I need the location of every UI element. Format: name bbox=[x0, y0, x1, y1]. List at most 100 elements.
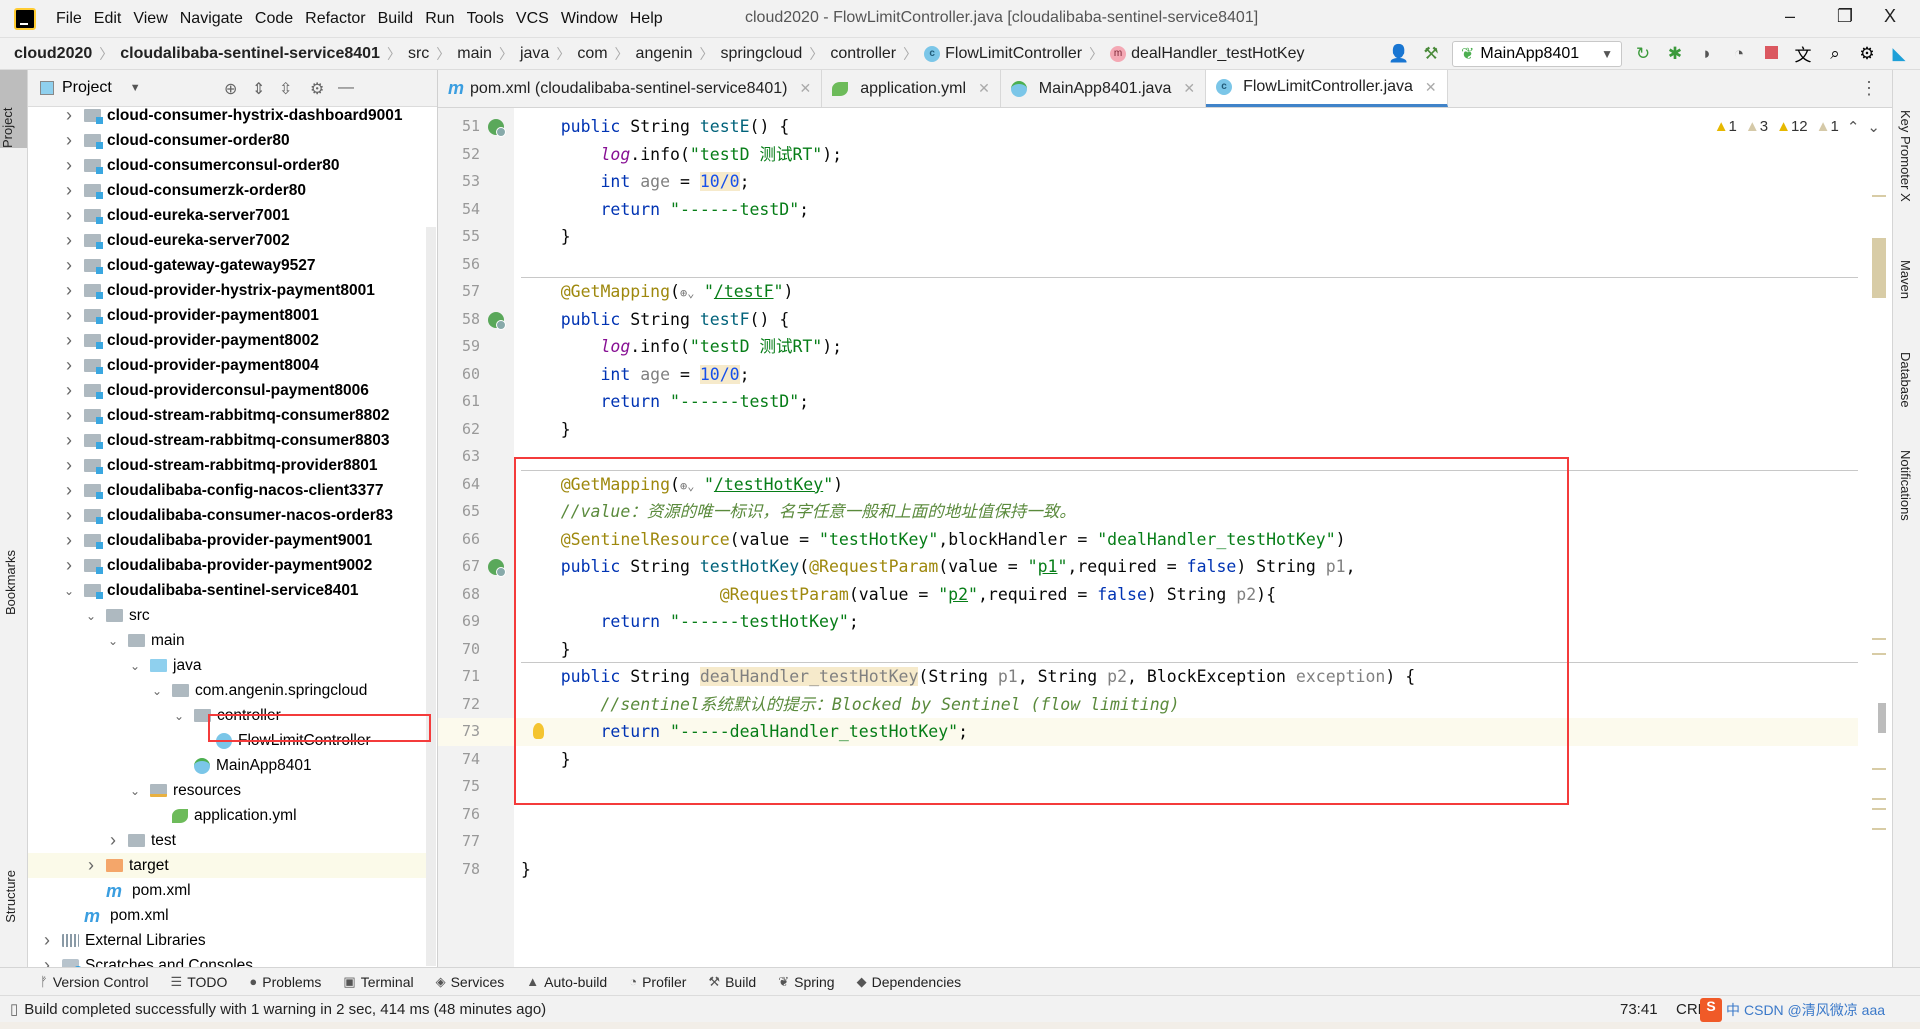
tree-item[interactable]: › cloud-consumer-hystrix-dashboard9001 bbox=[28, 107, 426, 128]
database-tool-tab[interactable]: Database bbox=[1898, 352, 1913, 408]
user-icon[interactable]: 👤 bbox=[1388, 44, 1410, 64]
run-configuration-select[interactable]: ❦ MainApp8401 ▼ bbox=[1452, 40, 1622, 67]
menu-edit[interactable]: Edit bbox=[88, 10, 128, 28]
tree-item[interactable]: › test bbox=[28, 828, 426, 853]
tool-window-auto-build[interactable]: ▲ Auto-build bbox=[526, 974, 607, 990]
tree-item[interactable]: › cloud-providerconsul-payment8006 bbox=[28, 378, 426, 403]
run-endpoint-icon[interactable] bbox=[488, 311, 506, 330]
chevron-right-icon[interactable]: › bbox=[62, 505, 76, 526]
project-panel-title[interactable]: Project bbox=[62, 79, 112, 97]
tree-item[interactable]: › target bbox=[28, 853, 426, 878]
locate-icon[interactable]: ⊕ bbox=[224, 79, 237, 99]
tree-item[interactable]: › cloud-stream-rabbitmq-provider8801 bbox=[28, 453, 426, 478]
tool-window-problems[interactable]: ● Problems bbox=[249, 974, 321, 990]
warning-count[interactable]: ▲3 bbox=[1745, 118, 1768, 136]
chevron-right-icon[interactable]: › bbox=[62, 205, 76, 226]
maven-tool-tab[interactable]: Maven bbox=[1898, 260, 1913, 299]
menu-window[interactable]: Window bbox=[555, 10, 624, 28]
tree-item[interactable]: ⌄ main bbox=[28, 628, 426, 653]
close-tab-icon[interactable]: ✕ bbox=[800, 80, 812, 97]
menu-navigate[interactable]: Navigate bbox=[174, 10, 249, 28]
chevron-right-icon[interactable]: › bbox=[62, 480, 76, 501]
chevron-down-icon[interactable]: ⌄ bbox=[106, 634, 120, 648]
inspection-widget[interactable]: ▲1 ▲3 ▲12 ▲1 ⌃ ⌄ bbox=[1714, 118, 1880, 136]
minimize-button[interactable]: – bbox=[1770, 6, 1810, 27]
close-tab-icon[interactable]: ✕ bbox=[978, 80, 990, 97]
tree-item[interactable]: › cloudalibaba-config-nacos-client3377 bbox=[28, 478, 426, 503]
breadcrumb-item[interactable]: m dealHandler_testHotKey bbox=[1110, 45, 1305, 63]
tree-item[interactable]: › cloud-stream-rabbitmq-consumer8803 bbox=[28, 428, 426, 453]
breadcrumb-item[interactable]: com bbox=[577, 45, 607, 63]
menu-refactor[interactable]: Refactor bbox=[299, 10, 371, 28]
status-message[interactable]: Build completed successfully with 1 warn… bbox=[24, 1001, 546, 1018]
hide-icon[interactable]: — bbox=[338, 79, 354, 97]
chevron-right-icon[interactable]: › bbox=[62, 255, 76, 276]
chevron-right-icon[interactable]: › bbox=[62, 430, 76, 451]
chevron-right-icon[interactable]: › bbox=[62, 405, 76, 426]
key-promoter-tool-tab[interactable]: Key Promoter X bbox=[1898, 110, 1913, 202]
tree-item[interactable]: MainApp8401 bbox=[28, 753, 426, 778]
debug-icon[interactable]: ✱ bbox=[1664, 44, 1686, 64]
breadcrumb-item[interactable]: src bbox=[408, 45, 429, 63]
tree-item[interactable]: application.yml bbox=[28, 803, 426, 828]
breadcrumb-item[interactable]: cloud2020 bbox=[14, 45, 92, 63]
tree-item[interactable]: m pom.xml bbox=[28, 903, 426, 928]
more-tabs-icon[interactable]: ⋮ bbox=[1846, 70, 1892, 107]
chevron-right-icon[interactable]: › bbox=[62, 155, 76, 176]
tree-item[interactable]: › Scratches and Consoles bbox=[28, 953, 426, 967]
chevron-down-icon[interactable]: ⌄ bbox=[84, 609, 98, 623]
close-tab-icon[interactable]: ✕ bbox=[1425, 79, 1437, 96]
chevron-down-icon[interactable]: ⌄ bbox=[150, 684, 164, 698]
chevron-right-icon[interactable]: › bbox=[62, 180, 76, 201]
tree-item[interactable]: › cloud-provider-payment8001 bbox=[28, 303, 426, 328]
tree-item[interactable]: › cloud-stream-rabbitmq-consumer8802 bbox=[28, 403, 426, 428]
breadcrumb-item[interactable]: cloudalibaba-sentinel-service8401 bbox=[120, 45, 380, 63]
tree-item[interactable]: ⌄ src bbox=[28, 603, 426, 628]
tree-item[interactable]: › External Libraries bbox=[28, 928, 426, 953]
chevron-down-icon[interactable]: ⌄ bbox=[128, 784, 142, 798]
tree-item[interactable]: ⌄ cloudalibaba-sentinel-service8401 bbox=[28, 578, 426, 603]
tree-item[interactable]: ⌄ resources bbox=[28, 778, 426, 803]
tree-item[interactable]: › cloud-provider-payment8002 bbox=[28, 328, 426, 353]
menu-tools[interactable]: Tools bbox=[461, 10, 510, 28]
warning-count[interactable]: ▲1 bbox=[1816, 118, 1839, 136]
gear-icon[interactable]: ⚙ bbox=[310, 79, 324, 99]
search-icon[interactable]: ⌕ bbox=[1824, 44, 1846, 64]
tool-window-profiler[interactable]: ◔ Profiler bbox=[629, 974, 686, 990]
menu-code[interactable]: Code bbox=[249, 10, 299, 28]
chevron-right-icon[interactable]: › bbox=[62, 305, 76, 326]
toolbox-icon[interactable]: ◣ bbox=[1888, 44, 1910, 64]
url-globe-icon[interactable]: ⊕⌄ bbox=[680, 280, 704, 308]
menu-run[interactable]: Run bbox=[419, 10, 460, 28]
editor-tab[interactable]: application.yml ✕ bbox=[822, 70, 1001, 107]
chevron-right-icon[interactable]: › bbox=[62, 280, 76, 301]
tool-window-todo[interactable]: ☰ TODO bbox=[171, 974, 228, 990]
breadcrumb-item[interactable]: c FlowLimitController bbox=[924, 45, 1082, 63]
hammer-icon[interactable]: ⚒ bbox=[1420, 44, 1442, 64]
settings-icon[interactable]: ⚙ bbox=[1856, 44, 1878, 64]
breadcrumb-item[interactable]: springcloud bbox=[721, 45, 803, 63]
restore-button[interactable]: ❐ bbox=[1825, 6, 1865, 27]
tree-item[interactable]: › cloudalibaba-consumer-nacos-order83 bbox=[28, 503, 426, 528]
breadcrumb-item[interactable]: controller bbox=[830, 45, 896, 63]
chevron-right-icon[interactable]: › bbox=[106, 830, 120, 851]
warning-count[interactable]: ▲1 bbox=[1714, 118, 1737, 136]
tree-item[interactable]: › cloud-consumerconsul-order80 bbox=[28, 153, 426, 178]
warning-count[interactable]: ▲12 bbox=[1776, 118, 1808, 136]
tree-item[interactable]: › cloud-provider-hystrix-payment8001 bbox=[28, 278, 426, 303]
coverage-icon[interactable]: ◗ bbox=[1696, 44, 1718, 64]
close-tab-icon[interactable]: ✕ bbox=[1183, 80, 1195, 97]
chevron-right-icon[interactable]: › bbox=[62, 555, 76, 576]
chevron-right-icon[interactable]: › bbox=[84, 855, 98, 876]
tree-item[interactable]: › cloud-consumer-order80 bbox=[28, 128, 426, 153]
chevron-down-icon[interactable]: ⌄ bbox=[172, 709, 186, 723]
editor-scrollbar[interactable] bbox=[1872, 108, 1886, 967]
tool-window-dependencies[interactable]: ◆ Dependencies bbox=[857, 974, 962, 990]
tree-item[interactable]: m pom.xml bbox=[28, 878, 426, 903]
tool-window-build[interactable]: ⚒ Build bbox=[708, 974, 756, 990]
collapse-all-icon[interactable]: ⇳ bbox=[279, 79, 292, 99]
breadcrumb-item[interactable]: main bbox=[457, 45, 492, 63]
tool-window-terminal[interactable]: ▣ Terminal bbox=[343, 974, 413, 990]
chevron-right-icon[interactable]: › bbox=[62, 330, 76, 351]
caret-position[interactable]: 73:41 bbox=[1620, 1001, 1658, 1018]
